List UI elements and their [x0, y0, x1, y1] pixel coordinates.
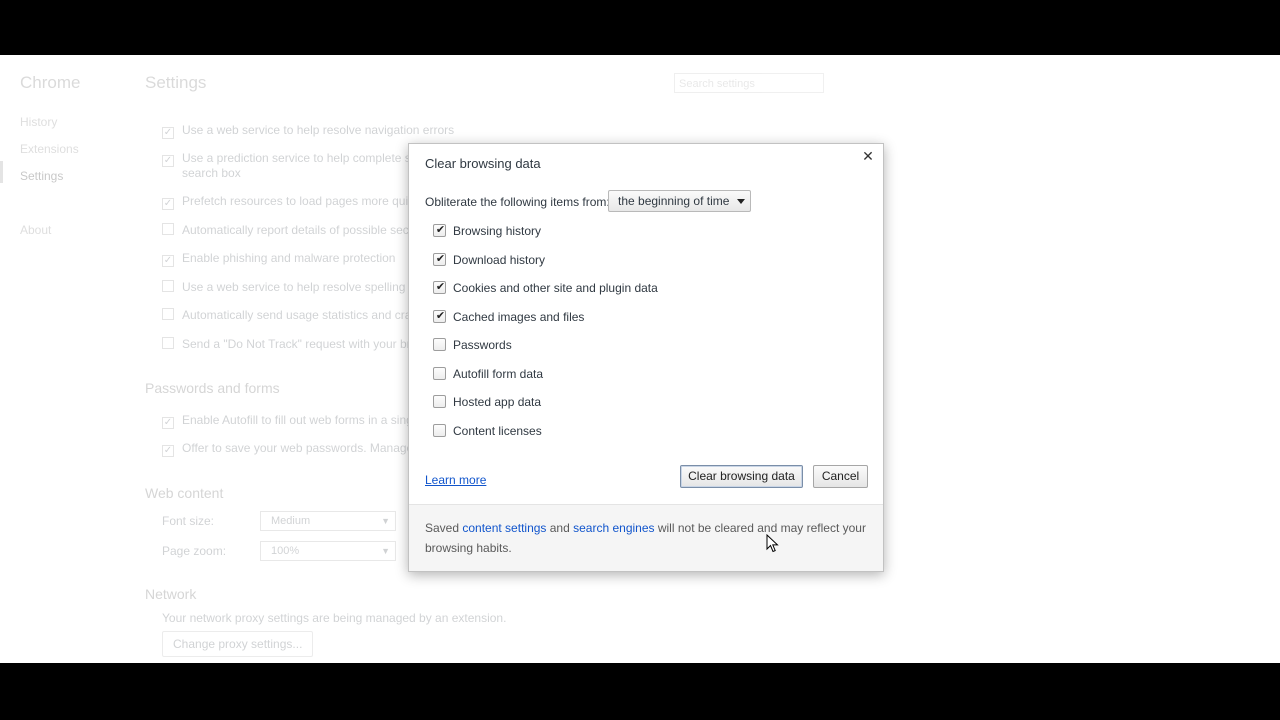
time-range-label: Obliterate the following items from: — [425, 195, 610, 209]
section-network-heading: Network — [145, 586, 197, 602]
mouse-cursor-icon — [766, 534, 779, 553]
checkbox[interactable]: ✔ — [433, 281, 446, 294]
network-description: Your network proxy settings are being ma… — [162, 611, 507, 625]
time-range-row: Obliterate the following items from: the… — [425, 190, 751, 214]
dropdown-arrow-icon: ▼ — [381, 546, 390, 556]
privacy-option[interactable]: ✓ Use a web service to help resolve navig… — [162, 123, 454, 139]
checkmark-icon: ✔ — [435, 281, 446, 293]
section-passwords-heading: Passwords and forms — [145, 380, 280, 396]
checkbox[interactable]: ✔ — [433, 224, 446, 237]
page-zoom-label: Page zoom: — [162, 544, 227, 558]
checkbox[interactable] — [162, 223, 174, 235]
cancel-button[interactable]: Cancel — [813, 465, 868, 488]
checkbox[interactable]: ✔ — [433, 253, 446, 266]
nav-extensions[interactable]: Extensions — [20, 142, 79, 156]
checkbox[interactable]: ✓ — [162, 155, 174, 167]
dropdown-arrow-icon: ▼ — [381, 516, 390, 526]
checkbox[interactable]: ✓ — [162, 198, 174, 210]
dropdown-arrow-icon — [737, 199, 745, 204]
font-size-label: Font size: — [162, 514, 215, 528]
privacy-option[interactable]: Automatically send usage statistics and … — [162, 308, 424, 322]
nav-settings[interactable]: Settings — [20, 169, 63, 183]
privacy-option[interactable]: ✓ Prefetch resources to load pages more q… — [162, 194, 420, 210]
privacy-option[interactable]: Use a web service to help resolve spelli… — [162, 280, 423, 294]
privacy-option[interactable]: ✓ Use a prediction service to help comple… — [162, 151, 417, 167]
password-option[interactable]: ✓ Enable Autofill to fill out web forms i… — [162, 413, 413, 429]
password-option[interactable]: ✓ Offer to save your web passwords. Manag… — [162, 441, 423, 457]
page-zoom-select[interactable]: 100% ▼ — [260, 541, 396, 561]
checkbox[interactable]: ✔ — [433, 310, 446, 323]
clear-browsing-data-button[interactable]: Clear browsing data — [680, 465, 803, 488]
checkbox[interactable] — [162, 308, 174, 320]
search-engines-link[interactable]: search engines — [573, 521, 654, 535]
search-settings-input[interactable]: Search settings — [674, 73, 824, 93]
checkbox[interactable] — [433, 338, 446, 351]
checkbox[interactable]: ✓ — [162, 127, 174, 139]
time-range-select[interactable]: the beginning of time — [608, 190, 751, 212]
font-size-select[interactable]: Medium ▼ — [260, 511, 396, 531]
nav-about[interactable]: About — [20, 223, 51, 237]
checkbox[interactable] — [162, 280, 174, 292]
dialog-footer-note: Saved content settings and search engine… — [409, 504, 883, 571]
checkbox[interactable] — [433, 395, 446, 408]
change-proxy-button[interactable]: Change proxy settings... — [162, 631, 314, 657]
checkmark-icon: ✔ — [435, 224, 446, 236]
dialog-title: Clear browsing data — [425, 156, 541, 171]
content-settings-link[interactable]: content settings — [462, 521, 546, 535]
nav-history[interactable]: History — [20, 115, 57, 129]
clear-browsing-data-dialog: Clear browsing data ✕ Obliterate the fol… — [408, 143, 884, 572]
privacy-option-continued: search box — [182, 166, 241, 180]
checkbox[interactable]: ✓ — [162, 255, 174, 267]
privacy-option[interactable]: Automatically report details of possible… — [162, 223, 415, 237]
page-title: Settings — [145, 73, 207, 92]
checkbox[interactable] — [162, 337, 174, 349]
checkbox[interactable] — [433, 424, 446, 437]
close-icon[interactable]: ✕ — [861, 149, 875, 163]
chrome-brand: Chrome — [20, 73, 81, 92]
learn-more-link[interactable]: Learn more — [425, 473, 486, 487]
privacy-option[interactable]: ✓ Enable phishing and malware protection — [162, 251, 395, 267]
checkmark-icon: ✔ — [435, 310, 446, 322]
checkbox[interactable]: ✓ — [162, 445, 174, 457]
section-web-content-heading: Web content — [145, 485, 224, 501]
privacy-option[interactable]: Send a "Do Not Track" request with your … — [162, 337, 417, 351]
browser-viewport: Chrome History Extensions Settings About… — [0, 55, 1280, 663]
nav-selected-marker — [0, 161, 3, 183]
checkmark-icon: ✔ — [435, 253, 446, 265]
checkbox[interactable]: ✓ — [162, 417, 174, 429]
checkbox[interactable] — [433, 367, 446, 380]
